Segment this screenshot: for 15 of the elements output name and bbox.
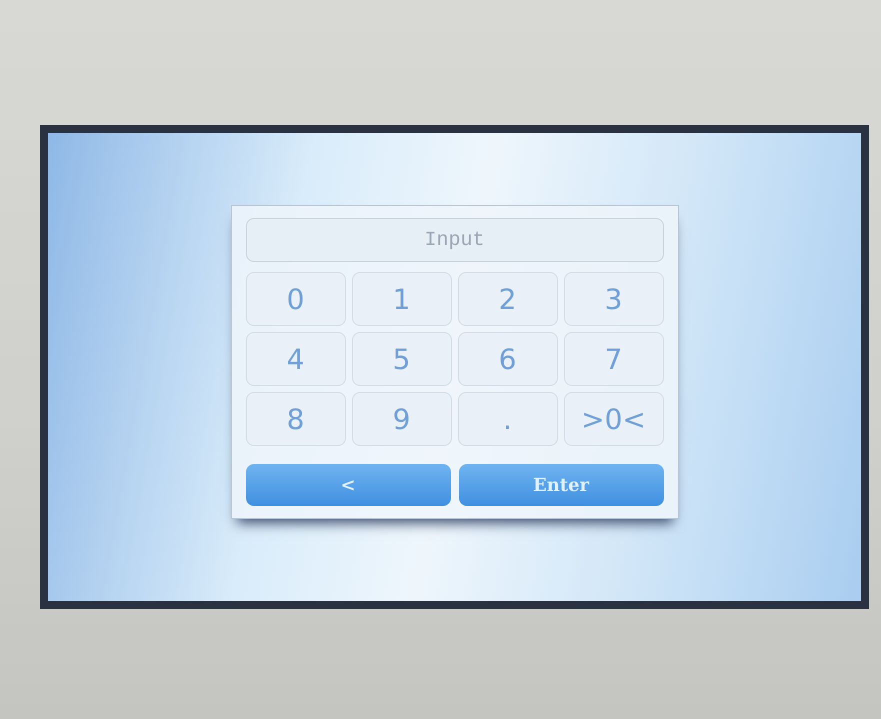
keypad-key[interactable]: 9 <box>352 392 452 446</box>
keypad-key[interactable]: 5 <box>352 332 452 386</box>
keypad-key[interactable]: 2 <box>458 272 558 326</box>
keypad-key[interactable]: 4 <box>246 332 346 386</box>
backspace-button[interactable]: < <box>246 464 450 506</box>
keypad-key[interactable]: 6 <box>458 332 558 386</box>
keypad-key[interactable]: 0 <box>246 272 346 326</box>
input-field[interactable]: Input <box>246 218 664 262</box>
keypad-key[interactable]: 7 <box>564 332 664 386</box>
keypad-key[interactable]: 1 <box>352 272 452 326</box>
keypad-key[interactable]: 8 <box>246 392 346 446</box>
keypad-key[interactable]: >0< <box>564 392 664 446</box>
keypad-key[interactable]: . <box>458 392 558 446</box>
enter-button[interactable]: Enter <box>458 464 664 506</box>
keypad-key[interactable]: 3 <box>564 272 664 326</box>
